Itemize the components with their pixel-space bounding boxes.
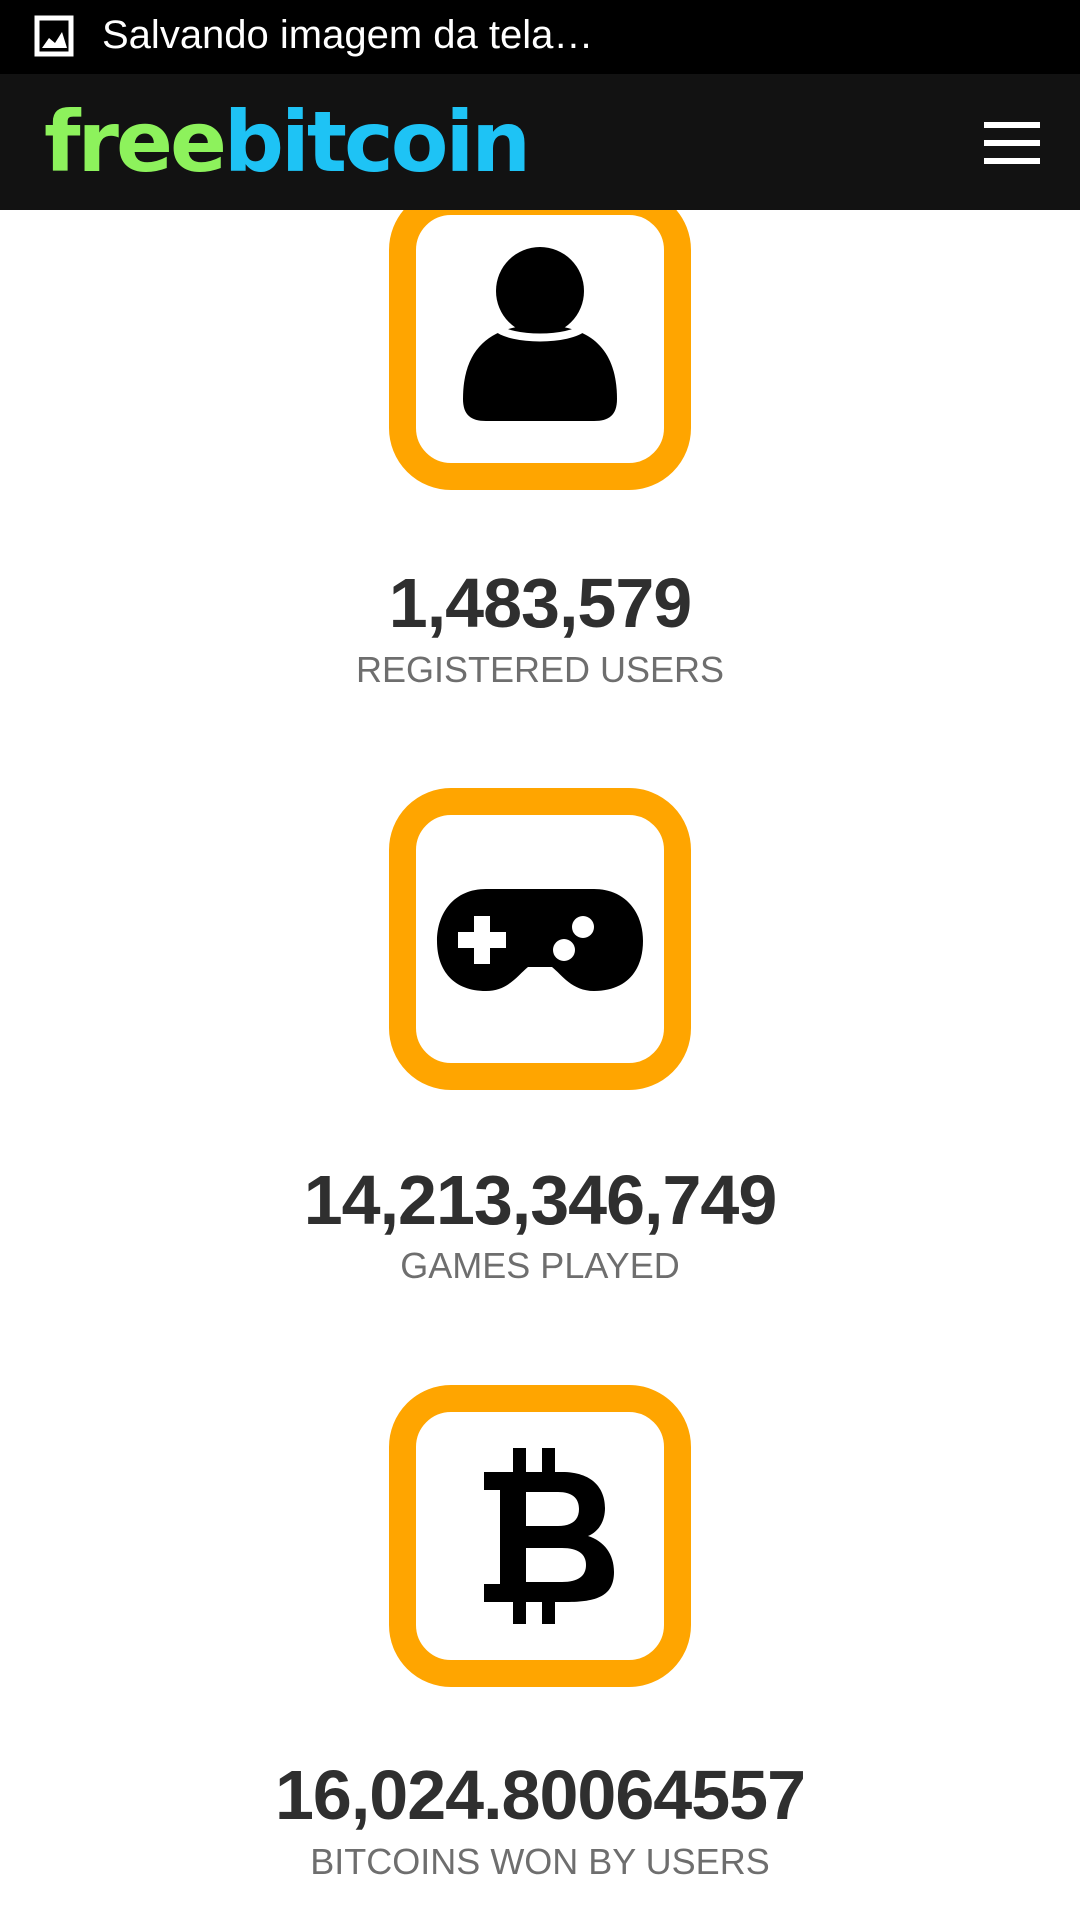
site-header: freebitcoin <box>0 74 1080 210</box>
games-played-value: 14,213,346,749 <box>303 1161 778 1239</box>
bitcoins-won-label: BITCOINS WON BY USERS <box>310 1841 770 1882</box>
status-notification-text: Salvando imagem da tela… <box>102 13 594 57</box>
freebitcoin-logo[interactable]: freebitcoin <box>44 92 531 192</box>
logo-text-bitcoin: bitcoin <box>223 93 531 191</box>
stat-icon-box <box>389 210 691 490</box>
registered-users-label: REGISTERED USERS <box>355 649 725 690</box>
logo-text-free: free <box>44 93 227 191</box>
bitcoin-icon <box>484 1448 614 1624</box>
status-bar: Salvando imagem da tela… <box>0 0 1080 74</box>
games-played-label: GAMES PLAYED <box>400 1245 680 1286</box>
registered-users-value: 1,483,579 <box>388 564 692 642</box>
image-icon <box>34 15 74 57</box>
stats-section: 1,483,579 REGISTERED USERS 14,213,346,74… <box>0 210 1080 1920</box>
menu-bar <box>984 122 1040 128</box>
menu-bar <box>984 158 1040 164</box>
stat-icon-box <box>389 788 691 1090</box>
hamburger-menu-icon[interactable] <box>984 120 1042 166</box>
bitcoins-won-value: 16,024.80064557 <box>275 1756 806 1834</box>
stat-icon-box <box>389 1385 691 1687</box>
user-icon <box>463 247 617 421</box>
menu-bar <box>984 140 1040 146</box>
gamepad-icon <box>437 889 643 991</box>
